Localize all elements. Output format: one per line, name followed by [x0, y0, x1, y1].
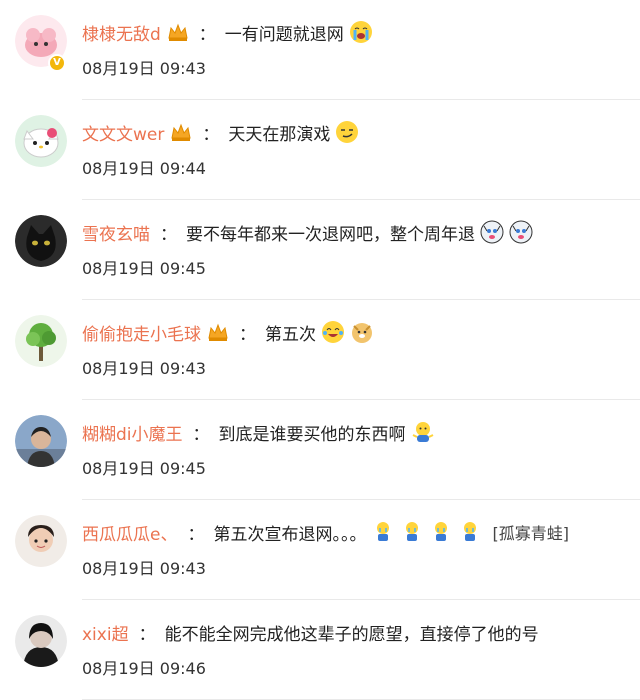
username-link[interactable]: xixi超 — [82, 620, 129, 645]
comment-line: 偷偷抱走小毛球 ： 第五次 — [82, 318, 374, 346]
colon: ： — [187, 524, 205, 545]
colon: ： — [239, 324, 256, 345]
username-link[interactable]: 偷偷抱走小毛球 — [82, 320, 201, 345]
colon: ： — [198, 24, 216, 45]
avatar[interactable] — [15, 515, 67, 567]
username-link[interactable]: 文文文wer — [82, 120, 164, 145]
comment-text: 第五次宣布退网。。。 — [213, 524, 367, 545]
username-link[interactable]: 糊糊di小魔王 — [82, 420, 183, 445]
crown-icon — [207, 322, 229, 342]
shrug-emoji-icon — [411, 420, 435, 444]
verified-badge-icon: V — [48, 54, 66, 72]
timestamp: 08月19日 09:44 — [82, 159, 206, 178]
crown-icon — [167, 22, 189, 42]
timestamp: 08月19日 09:43 — [82, 559, 206, 578]
comment-text: 天天在那演戏 — [228, 124, 331, 145]
colon: ： — [138, 624, 156, 645]
sitting-cry-emoji-icon — [429, 520, 453, 544]
avatar[interactable] — [15, 415, 67, 467]
timestamp: 08月19日 09:45 — [82, 459, 206, 478]
comment-item: 偷偷抱走小毛球 ： 第五次 08月19日 09:43 — [0, 300, 640, 400]
husky-emoji-icon — [509, 220, 533, 244]
timestamp: 08月19日 09:45 — [82, 259, 206, 278]
comment-text: 能不能全网完成他这辈子的愿望，直接停了他的号 — [164, 624, 539, 645]
comment-text: 要不每年都来一次退网吧，整个周年退 — [186, 224, 475, 245]
colon: ： — [160, 224, 177, 245]
comment-item: V 棣棣无敌d ： 一有问题就退网 08月19日 09:43 — [0, 0, 640, 100]
username-link[interactable]: 棣棣无敌d — [82, 20, 161, 45]
comment-line: 雪夜玄喵 ： 要不每年都来一次退网吧，整个周年退 — [82, 218, 533, 246]
comment-line: 糊糊di小魔王 ： 到底是谁要买他的东西啊 — [82, 418, 435, 446]
smirk-face-emoji-icon — [335, 120, 359, 144]
sitting-cry-emoji-icon — [371, 520, 395, 544]
timestamp: 08月19日 09:46 — [82, 659, 206, 678]
username-link[interactable]: 西瓜瓜瓜e、 — [82, 520, 177, 545]
comment-line: 棣棣无敌d ： 一有问题就退网 — [82, 18, 373, 46]
comment-item: 文文文wer ： 天天在那演戏 08月19日 09:44 — [0, 100, 640, 200]
comment-line: 西瓜瓜瓜e、 ： 第五次宣布退网。。。 [孤寡青蛙] — [82, 518, 569, 546]
doge-emoji-icon — [350, 320, 374, 344]
comment-item: 雪夜玄喵 ： 要不每年都来一次退网吧，整个周年退 08月19日 09:45 — [0, 200, 640, 300]
colon: ： — [202, 124, 220, 145]
avatar[interactable] — [15, 115, 67, 167]
comment-text: 一有问题就退网 — [224, 24, 344, 45]
timestamp: 08月19日 09:43 — [82, 359, 206, 378]
avatar[interactable] — [15, 315, 67, 367]
husky-emoji-icon — [480, 220, 504, 244]
colon: ： — [192, 424, 210, 445]
avatar[interactable] — [15, 215, 67, 267]
comment-item: xixi超 ： 能不能全网完成他这辈子的愿望，直接停了他的号 08月19日 09:46 — [0, 600, 640, 700]
laugh-cry-emoji-icon — [321, 320, 345, 344]
sitting-cry-emoji-icon — [458, 520, 482, 544]
username-link[interactable]: 雪夜玄喵 — [82, 220, 150, 245]
crown-icon — [170, 122, 192, 142]
comment-text: 到底是谁要买他的东西啊 — [218, 424, 406, 445]
timestamp: 08月19日 09:43 — [82, 59, 206, 78]
crying-face-emoji-icon — [349, 20, 373, 44]
sitting-cry-emoji-icon — [400, 520, 424, 544]
avatar[interactable] — [15, 615, 67, 667]
emoji-tag-text: [孤寡青蛙] — [492, 524, 569, 543]
comment-item: 西瓜瓜瓜e、 ： 第五次宣布退网。。。 [孤寡青蛙] 08月19日 09:43 — [0, 500, 640, 600]
comment-line: xixi超 ： 能不能全网完成他这辈子的愿望，直接停了他的号 — [82, 618, 539, 646]
comment-item: 糊糊di小魔王 ： 到底是谁要买他的东西啊 08月19日 09:45 — [0, 400, 640, 500]
comment-text: 第五次 — [265, 324, 316, 345]
comment-line: 文文文wer ： 天天在那演戏 — [82, 118, 359, 146]
